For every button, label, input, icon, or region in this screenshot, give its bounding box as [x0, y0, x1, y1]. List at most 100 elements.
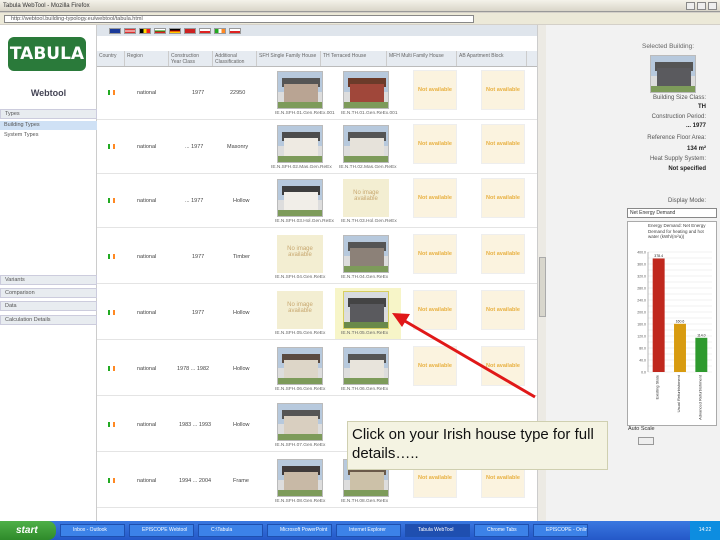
accordion-calculation-details[interactable]: Calculation Details	[0, 315, 97, 325]
flag-ie-icon[interactable]	[214, 27, 226, 34]
region-cell: national	[137, 198, 157, 204]
accordion-types[interactable]: Types	[0, 109, 97, 119]
flag-be-icon[interactable]	[139, 27, 151, 34]
webtool-heading: Webtool	[30, 88, 67, 98]
start-button[interactable]: start	[0, 521, 56, 540]
taskbar-item[interactable]: Inbox - Outlook	[60, 524, 125, 537]
sfh-caption: IE.N.SFH.07.Gen.ReEx	[275, 443, 326, 448]
chart-refresh-button[interactable]	[638, 437, 654, 445]
col-additional[interactable]: Additional Classification	[213, 51, 257, 66]
chart-bar	[652, 258, 665, 372]
year-cell: 1977	[192, 90, 205, 96]
col-country[interactable]: Country	[97, 51, 125, 66]
sfh-caption: IE.N.SFH.03.Hol.Gen.ReEx	[275, 219, 334, 224]
scrollbar-thumb[interactable]	[539, 257, 546, 317]
flag-at-icon[interactable]	[124, 27, 136, 34]
chart-tick-label: 280.0	[637, 287, 646, 291]
taskbar-item-active[interactable]: Tabula WebTool	[405, 524, 470, 537]
flag-eu-icon[interactable]	[109, 27, 121, 34]
chart-tick-label: 320.0	[637, 275, 646, 279]
table-row: national ... 1977 Masonry IE.N.SFH.02.Ma…	[97, 122, 537, 174]
region-cell: national	[137, 144, 157, 150]
auto-scale-label: Auto Scale	[628, 426, 655, 432]
display-mode-label: Display Mode:	[667, 198, 706, 204]
area-label: Reference Floor Area:	[647, 135, 706, 141]
chart-tick-label: 400.0	[637, 251, 646, 255]
th-thumbnail[interactable]	[343, 125, 389, 163]
year-cell: 1983 ... 1993	[179, 422, 212, 428]
th-caption: IE.N.TH.08.Gen.ReEx	[341, 499, 389, 504]
th-caption: IE.N.TH.01.Gen.ReEx.001	[341, 111, 398, 116]
period-value: ... 1977	[685, 123, 706, 129]
chart-tick-label: 120.0	[637, 335, 646, 339]
grid-header: Country Region Construction Year Class A…	[97, 51, 537, 67]
sfh-thumbnail[interactable]	[277, 125, 323, 163]
close-button[interactable]	[708, 2, 717, 10]
flag-de-icon[interactable]	[169, 27, 181, 34]
col-region[interactable]: Region	[125, 51, 169, 66]
flag-pl-icon[interactable]	[229, 27, 241, 34]
taskbar-item[interactable]: C:\Tabula	[198, 524, 263, 537]
flag-bg-icon[interactable]	[154, 27, 166, 34]
th-thumbnail[interactable]	[343, 347, 389, 385]
window-titlebar: Tabula WebTool - Mozilla Firefox	[0, 0, 720, 12]
col-th[interactable]: TH Terraced House	[321, 51, 387, 66]
col-sfh[interactable]: SFH Single Family House	[257, 51, 321, 66]
taskbar-item[interactable]: Internet Explorer	[336, 524, 401, 537]
th-thumbnail-selected[interactable]	[343, 291, 389, 329]
url-input[interactable]: http://webtool.building-typology.eu/webt…	[4, 14, 474, 23]
accordion-variants[interactable]: Variants	[0, 275, 97, 285]
sfh-caption: IE.N.SFH.06.Gen.ReEx	[275, 387, 326, 392]
th-thumbnail[interactable]	[343, 71, 389, 109]
sfh-caption: IE.N.SFH.01.Gen.ReEx.001	[275, 111, 335, 116]
system-types-item[interactable]: System Types	[0, 131, 97, 140]
year-cell: 1978 ... 1982	[177, 366, 210, 372]
ab-not-available: Not available	[481, 290, 525, 330]
display-mode-value: Net Energy Demand	[630, 210, 676, 216]
year-cell: 1977	[192, 310, 205, 316]
taskbar: start Inbox - Outlook EPISCOPE Webtool C…	[0, 521, 720, 540]
sfh-thumbnail[interactable]	[277, 179, 323, 217]
col-mfh[interactable]: MFH Multi Family House	[387, 51, 457, 66]
th-thumbnail[interactable]	[343, 235, 389, 273]
sfh-caption: IE.N.SFH.05.Gen.ReEx	[275, 331, 326, 336]
sfh-thumbnail[interactable]	[277, 347, 323, 385]
addl-cell: 22950	[230, 90, 246, 96]
col-year-class[interactable]: Construction Year Class	[169, 51, 213, 66]
taskbar-item[interactable]: Chrome Tabs	[474, 524, 529, 537]
addl-cell: Hollow	[233, 366, 250, 372]
taskbar-item[interactable]: Microsoft PowerPoint	[267, 524, 332, 537]
addl-cell: Masonry	[227, 144, 249, 150]
col-ab[interactable]: AB Apartment Block	[457, 51, 527, 66]
minimize-button[interactable]	[686, 2, 695, 10]
instruction-callout: Click on your Irish house type for full …	[347, 421, 608, 470]
th-caption: IE.N.TH.04.Gen.ReEx	[341, 275, 389, 280]
chart-tick-label: 240.0	[637, 299, 646, 303]
region-cell: national	[137, 422, 157, 428]
flag-ie-icon	[108, 198, 115, 203]
chart-category-label: Usual Refurbishment	[676, 374, 681, 412]
table-row: national 1977 Timber No image available …	[97, 232, 537, 284]
display-mode-select[interactable]: Net Energy Demand	[627, 208, 717, 218]
region-cell: national	[137, 310, 157, 316]
ab-not-available: Not available	[481, 124, 525, 164]
address-bar: http://webtool.building-typology.eu/webt…	[0, 13, 720, 24]
region-cell: national	[137, 366, 157, 372]
building-types-item[interactable]: Building Types	[0, 121, 97, 130]
selected-building-thumbnail[interactable]	[650, 55, 696, 93]
taskbar-item[interactable]: EPISCOPE - Online	[533, 524, 588, 537]
flag-dk-icon[interactable]	[184, 27, 196, 34]
table-row: national 1978 ... 1982 Hollow IE.N.SFH.0…	[97, 344, 537, 396]
left-panel: TABULA Webtool Types Building Types Syst…	[0, 25, 97, 521]
sfh-thumbnail[interactable]	[277, 403, 323, 441]
mfh-not-available: Not available	[413, 178, 457, 218]
year-cell: 1994 ... 2004	[179, 478, 212, 484]
taskbar-item[interactable]: EPISCOPE Webtool	[129, 524, 194, 537]
accordion-data[interactable]: Data	[0, 301, 97, 311]
flag-cz-icon[interactable]	[199, 27, 211, 34]
auto-scale-toggle[interactable]: Auto Scale	[628, 426, 655, 432]
sfh-thumbnail[interactable]	[277, 459, 323, 497]
maximize-button[interactable]	[697, 2, 706, 10]
sfh-thumbnail[interactable]	[277, 71, 323, 109]
accordion-comparison[interactable]: Comparison	[0, 288, 97, 298]
